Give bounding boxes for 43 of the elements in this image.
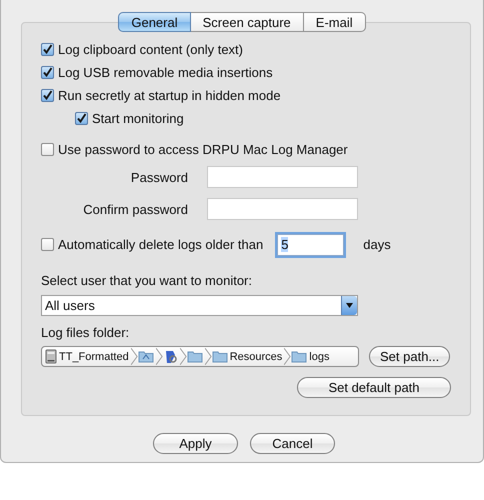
- checkbox-label: Start monitoring: [92, 111, 184, 126]
- days-field[interactable]: 5: [277, 234, 344, 256]
- checkbox-label: Log USB removable media insertions: [58, 65, 273, 80]
- tab[interactable]: Screen capture: [190, 12, 304, 32]
- path-segment[interactable]: TT_Formatted: [59, 350, 129, 362]
- chevron-icon: [204, 347, 212, 366]
- folder-icon: [138, 350, 154, 363]
- password-field[interactable]: [207, 166, 358, 188]
- user-dropdown[interactable]: All users: [41, 295, 358, 316]
- password-field[interactable]: [207, 198, 358, 220]
- tab[interactable]: E-mail: [304, 12, 366, 32]
- drive-icon: [45, 349, 57, 364]
- checkbox[interactable]: [41, 66, 54, 79]
- folder-icon: [291, 350, 308, 363]
- set-path-button[interactable]: Set path...: [369, 346, 450, 367]
- dropdown-arrow-icon: [346, 303, 353, 308]
- default-path-button[interactable]: Set default path: [297, 377, 451, 398]
- select-label: Select user that you want to monitor:: [41, 272, 252, 288]
- checkbox[interactable]: [41, 143, 54, 156]
- path-segment[interactable]: logs: [309, 350, 330, 362]
- folder-label: Log files folder:: [41, 324, 130, 340]
- checkbox[interactable]: [41, 238, 54, 251]
- checkbox[interactable]: [75, 112, 88, 125]
- folder-icon: [212, 350, 228, 363]
- unit-label: days: [363, 237, 391, 252]
- folder-icon: [186, 350, 203, 363]
- checkbox-label: Use password to access DRPU Mac Log Manager: [58, 142, 348, 157]
- path-segment[interactable]: Resources: [230, 350, 282, 362]
- checkbox-label: Run secretly at startup in hidden mode: [58, 88, 281, 103]
- field-label: Confirm password: [82, 202, 189, 216]
- apply-button[interactable]: Apply: [153, 433, 238, 454]
- tab[interactable]: General: [118, 12, 191, 32]
- chevron-icon: [180, 347, 187, 366]
- checkbox[interactable]: [41, 89, 54, 102]
- checkbox-label: Log clipboard content (only text): [58, 42, 243, 57]
- chevron-icon: [156, 347, 163, 366]
- path-control[interactable]: TT_Formatted Resources logs: [41, 346, 359, 367]
- checkbox-label: Automatically delete logs older than: [58, 237, 264, 252]
- chevron-icon: [284, 347, 292, 366]
- cancel-button[interactable]: Cancel: [250, 433, 335, 454]
- chevron-icon: [130, 347, 138, 366]
- field-label: Password: [130, 170, 189, 184]
- checkbox[interactable]: [41, 43, 54, 56]
